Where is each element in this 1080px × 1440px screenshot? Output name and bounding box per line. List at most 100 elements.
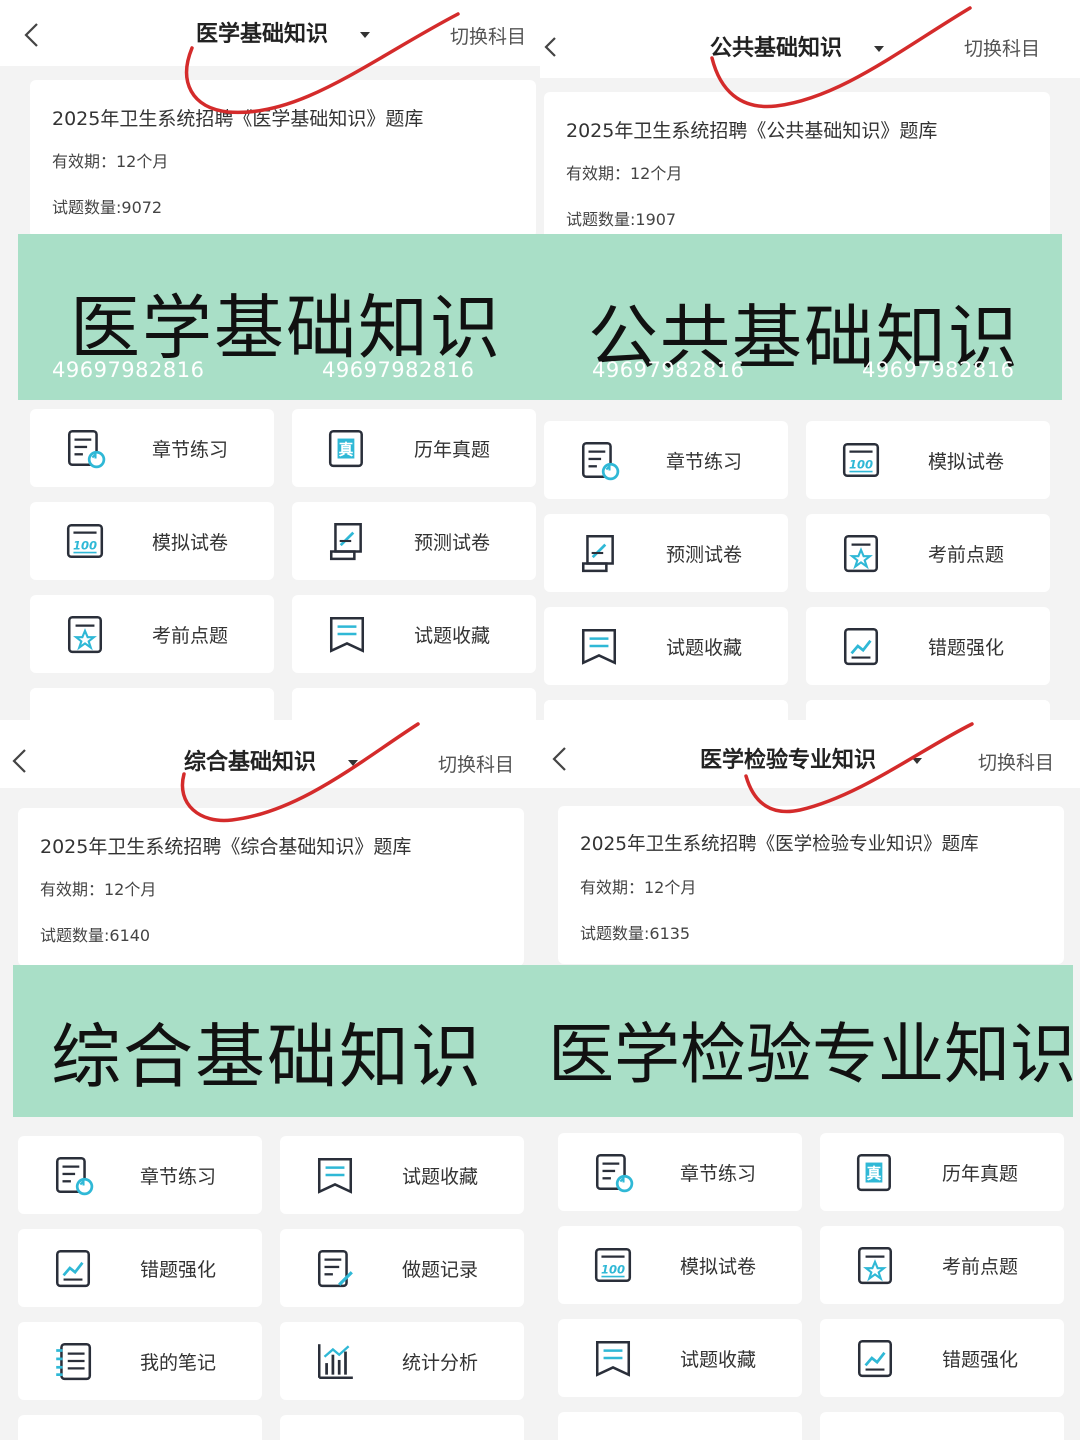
- svg-text:100: 100: [601, 1262, 625, 1276]
- feature-tile[interactable]: 章节练习: [544, 421, 788, 499]
- question-bank-card[interactable]: 2025年卫生系统招聘《医学基础知识》题库 有效期：12个月 试题数量:9072: [30, 80, 536, 238]
- feature-tile[interactable]: 预测试卷: [544, 514, 788, 592]
- feature-tile[interactable]: 真 历年真题: [820, 1133, 1064, 1211]
- feature-tile[interactable]: 真 历年真题: [292, 409, 536, 487]
- dropdown-caret-icon[interactable]: [360, 32, 370, 38]
- feature-tile-partial[interactable]: [806, 700, 1050, 720]
- validity-text: 有效期：12个月: [580, 878, 697, 897]
- subject-banner: 公共基础知识 49697982816 49697982816: [540, 234, 1062, 400]
- feature-tile[interactable]: 错题强化: [820, 1319, 1064, 1397]
- feature-label: 章节练习: [152, 439, 229, 461]
- favorites-icon: [595, 1340, 631, 1377]
- chapter-practice-icon: [595, 1153, 634, 1193]
- subject-title[interactable]: 综合基础知识: [184, 744, 316, 776]
- subject-title[interactable]: 医学检验专业知识: [700, 742, 876, 774]
- feature-tile[interactable]: 我的笔记: [18, 1322, 262, 1400]
- top-bar: 综合基础知识 切换科目: [0, 720, 540, 788]
- feature-label: 统计分析: [402, 1352, 479, 1374]
- banner-label: 医学检验专业知识: [548, 1016, 1073, 1093]
- switch-subject-link[interactable]: 切换科目: [978, 748, 1054, 775]
- top-bar: 公共基础知识 切换科目: [540, 0, 1080, 78]
- feature-tile[interactable]: 章节练习: [30, 409, 274, 487]
- panel-medical-basics: 医学基础知识 切换科目 2025年卫生系统招聘《医学基础知识》题库 有效期：12…: [0, 0, 540, 720]
- feature-tile[interactable]: 100 模拟试卷: [558, 1226, 802, 1304]
- switch-subject-link[interactable]: 切换科目: [450, 22, 526, 49]
- feature-tile[interactable]: 章节练习: [558, 1133, 802, 1211]
- dropdown-caret-icon[interactable]: [348, 760, 358, 766]
- feature-label: 错题强化: [942, 1349, 1019, 1371]
- feature-tile-partial[interactable]: [292, 688, 536, 720]
- feature-tile[interactable]: 错题强化: [18, 1229, 262, 1307]
- favorites-icon: [317, 1157, 353, 1194]
- feature-label: 试题收藏: [414, 625, 491, 647]
- feature-tile-partial[interactable]: [30, 688, 274, 720]
- question-count: 试题数量:9072: [52, 198, 163, 217]
- feature-tile[interactable]: 做题记录: [280, 1229, 524, 1307]
- watermark-text: 49697982816: [52, 358, 205, 382]
- feature-label: 历年真题: [942, 1163, 1019, 1185]
- feature-tile[interactable]: 试题收藏: [292, 595, 536, 673]
- banner-label: 综合基础知识: [51, 1016, 483, 1098]
- feature-tile[interactable]: 错题强化: [806, 607, 1050, 685]
- switch-subject-link[interactable]: 切换科目: [964, 34, 1040, 61]
- feature-tile[interactable]: 试题收藏: [280, 1136, 524, 1214]
- feature-label: 考前点题: [928, 544, 1005, 566]
- feature-tile-partial[interactable]: [18, 1415, 262, 1440]
- feature-tile-partial[interactable]: [820, 1412, 1064, 1440]
- prediction-paper-icon: [581, 534, 614, 573]
- back-arrow-icon[interactable]: [20, 20, 42, 50]
- watermark-text: 49697982816: [322, 358, 475, 382]
- back-arrow-icon[interactable]: [8, 746, 30, 776]
- subject-title[interactable]: 医学基础知识: [196, 16, 328, 48]
- wrong-answers-icon: [843, 627, 879, 666]
- question-bank-card[interactable]: 2025年卫生系统招聘《综合基础知识》题库 有效期：12个月 试题数量:6140: [18, 808, 524, 966]
- chapter-practice-icon: [67, 429, 106, 469]
- key-points-icon: [67, 615, 103, 654]
- top-bar: 医学基础知识 切换科目: [0, 0, 540, 66]
- feature-tile[interactable]: 统计分析: [280, 1322, 524, 1400]
- feature-label: 我的笔记: [140, 1352, 217, 1374]
- svg-text:真: 真: [867, 1164, 882, 1182]
- feature-tile[interactable]: 考前点题: [806, 514, 1050, 592]
- feature-tile[interactable]: 100 模拟试卷: [806, 421, 1050, 499]
- dropdown-caret-icon[interactable]: [874, 46, 884, 52]
- feature-label: 考前点题: [152, 625, 229, 647]
- feature-tile[interactable]: 100 模拟试卷: [30, 502, 274, 580]
- mock-exam-icon: 100: [66, 523, 104, 559]
- dropdown-caret-icon[interactable]: [912, 758, 922, 764]
- validity-text: 有效期：12个月: [40, 880, 157, 899]
- feature-label: 错题强化: [928, 637, 1005, 659]
- feature-tile-partial[interactable]: [558, 1412, 802, 1440]
- feature-tile[interactable]: 预测试卷: [292, 502, 536, 580]
- feature-label: 章节练习: [666, 451, 743, 473]
- feature-tile[interactable]: 考前点题: [30, 595, 274, 673]
- back-arrow-icon[interactable]: [540, 32, 562, 62]
- subject-banner: 医学基础知识 49697982816 49697982816: [18, 234, 540, 400]
- question-bank-card[interactable]: 2025年卫生系统招聘《医学检验专业知识》题库 有效期：12个月 试题数量:61…: [558, 806, 1064, 964]
- feature-tile[interactable]: 试题收藏: [544, 607, 788, 685]
- notes-icon: [56, 1342, 92, 1381]
- feature-tile-partial[interactable]: [544, 700, 788, 720]
- watermark-text: 49697982816: [592, 358, 745, 382]
- subject-title[interactable]: 公共基础知识: [710, 30, 842, 62]
- question-bank-card[interactable]: 2025年卫生系统招聘《公共基础知识》题库 有效期：12个月 试题数量:1907: [544, 92, 1050, 250]
- switch-subject-link[interactable]: 切换科目: [438, 750, 514, 777]
- subject-banner: 综合基础知识: [13, 965, 540, 1117]
- wrong-answers-icon: [857, 1339, 893, 1378]
- feature-label: 试题收藏: [680, 1349, 757, 1371]
- subject-banner: 医学检验专业知识: [540, 965, 1073, 1117]
- feature-label: 模拟试卷: [152, 532, 229, 554]
- back-arrow-icon[interactable]: [548, 744, 570, 774]
- feature-tile[interactable]: 考前点题: [820, 1226, 1064, 1304]
- chapter-practice-icon: [55, 1156, 94, 1196]
- panel-lab-medicine: 医学检验专业知识 切换科目 2025年卫生系统招聘《医学检验专业知识》题库 有效…: [540, 720, 1080, 1440]
- feature-tile[interactable]: 章节练习: [18, 1136, 262, 1214]
- feature-label: 章节练习: [680, 1163, 757, 1185]
- past-exams-icon: 真: [856, 1153, 891, 1192]
- past-exams-icon: 真: [328, 429, 363, 468]
- feature-tile-partial[interactable]: [280, 1415, 524, 1440]
- feature-label: 预测试卷: [666, 544, 743, 566]
- svg-text:100: 100: [73, 538, 97, 552]
- feature-label: 模拟试卷: [928, 451, 1005, 473]
- feature-tile[interactable]: 试题收藏: [558, 1319, 802, 1397]
